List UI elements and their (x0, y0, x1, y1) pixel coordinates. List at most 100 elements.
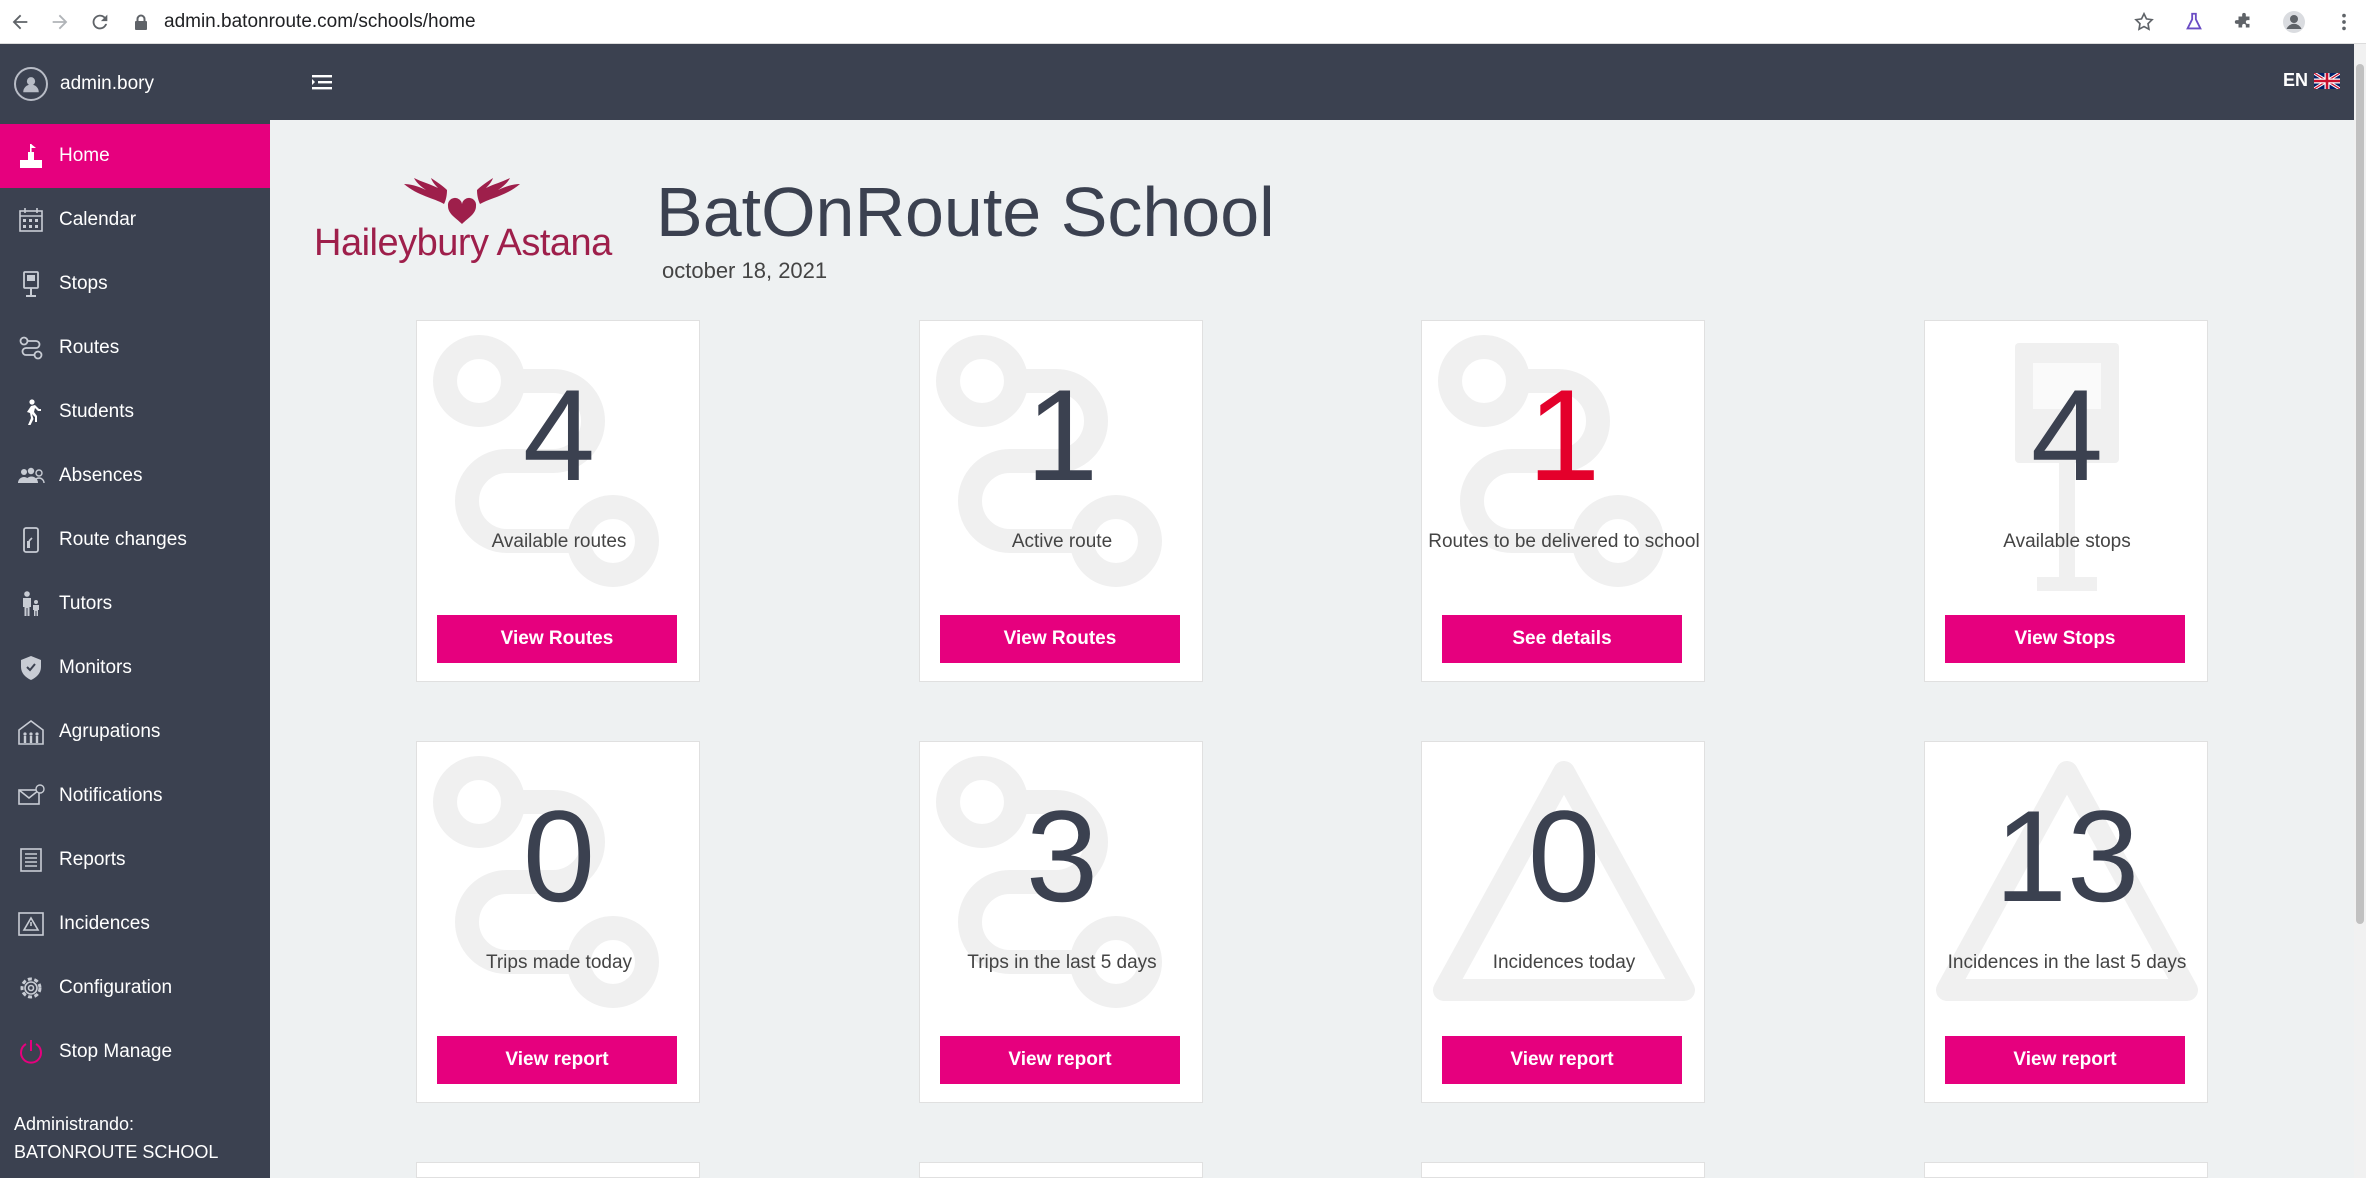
stat-label: Routes to be delivered to school (1428, 531, 1700, 552)
stat-label: Incidences today (1492, 952, 1636, 973)
see-details-button[interactable]: See details (1442, 615, 1682, 663)
labs-button[interactable] (2182, 10, 2206, 34)
view-stops-button[interactable]: View Stops (1945, 615, 2185, 663)
view-report-button[interactable]: View report (437, 1036, 677, 1084)
sidebar-item-configuration[interactable]: Configuration (0, 956, 270, 1020)
view-report-button[interactable]: View report (1945, 1036, 2185, 1084)
sidebar-item-reports[interactable]: Reports (0, 828, 270, 892)
sidebar-item-route-changes[interactable]: Route changes (0, 508, 270, 572)
reload-icon (92, 14, 108, 29)
stat-label: Available routes (491, 531, 627, 552)
sidebar-item-label: Tutors (59, 593, 113, 614)
stat-value: 3 (1025, 783, 1099, 929)
admin-info: Administrando: BATONROUTE SCHOOL (14, 1110, 218, 1166)
stat-card-available-routes: 4 Available routes View Routes (416, 320, 700, 682)
sidebar-item-label: Monitors (59, 657, 132, 678)
sidebar-item-home[interactable]: Home (0, 124, 270, 188)
stat-label: Active route (1011, 531, 1113, 552)
route-changes-icon (16, 525, 46, 555)
stat-value: 13 (1994, 783, 2140, 929)
stat-value: 0 (522, 783, 596, 929)
sidebar-item-label: Routes (59, 337, 120, 358)
lock-icon (135, 14, 147, 30)
warning-icon (16, 909, 46, 939)
language-code: EN (2282, 70, 2308, 90)
sidebar-item-label: Calendar (59, 209, 137, 230)
view-report-button[interactable]: View report (940, 1036, 1180, 1084)
page-title: BatOnRoute School (656, 173, 1275, 251)
sidebar-item-label: Notifications (59, 785, 163, 806)
sidebar-item-notifications[interactable]: Notifications (0, 764, 270, 828)
absences-icon (16, 461, 46, 491)
stat-value: 1 (1025, 362, 1099, 508)
shield-icon (16, 653, 46, 683)
bus-stop-icon (16, 269, 46, 299)
sidebar-item-label: Agrupations (59, 721, 161, 742)
view-routes-button[interactable]: View Routes (940, 615, 1180, 663)
sidebar-item-absences[interactable]: Absences (0, 444, 270, 508)
stat-value: 0 (1527, 783, 1601, 929)
sidebar-item-label: Stop Manage (59, 1041, 173, 1062)
envelope-icon (16, 781, 46, 811)
view-routes-button[interactable]: View Routes (437, 615, 677, 663)
calendar-icon (16, 205, 46, 235)
sidebar-item-stop-manage[interactable]: Stop Manage (0, 1020, 270, 1084)
star-icon (2134, 11, 2154, 31)
sidebar-item-routes[interactable]: Routes (0, 316, 270, 380)
view-report-button[interactable]: View report (1442, 1036, 1682, 1084)
browser-menu-button[interactable] (2332, 10, 2356, 34)
top-header: EN (270, 44, 2354, 120)
forward-button[interactable] (40, 4, 80, 40)
profile-icon (2283, 11, 2305, 33)
scrollbar-thumb[interactable] (2356, 64, 2364, 924)
sidebar-item-label: Reports (59, 849, 126, 870)
stat-card-trips-today: 0 Trips made today View report (416, 741, 700, 1103)
reload-button[interactable] (80, 4, 120, 40)
home-icon (16, 141, 46, 171)
sidebar-item-tutors[interactable]: Tutors (0, 572, 270, 636)
stat-card-incidences-5-days: 13 Incidences in the last 5 days View re… (1924, 741, 2208, 1103)
page-scrollbar[interactable] (2354, 44, 2366, 1178)
stat-card-routes-to-school: 1 Routes to be delivered to school See d… (1421, 320, 1705, 682)
browser-toolbar: admin.batonroute.com/schools/home (0, 0, 2366, 44)
tutors-icon (16, 589, 46, 619)
sidebar-item-label: Configuration (59, 977, 173, 998)
stat-card-trips-5-days: 3 Trips in the last 5 days View report (919, 741, 1203, 1103)
stat-card-partial (919, 1162, 1203, 1178)
stat-value: 1 (1527, 362, 1601, 508)
uk-flag-icon (2314, 72, 2340, 89)
stat-label: Available stops (2003, 531, 2131, 552)
stat-card-active-route: 1 Active route View Routes (919, 320, 1203, 682)
puzzle-icon (2234, 12, 2250, 28)
sidebar-item-label: Stops (59, 273, 108, 294)
sidebar-item-calendar[interactable]: Calendar (0, 188, 270, 252)
user-profile[interactable]: admin.bory (0, 44, 270, 124)
stat-label: Trips made today (485, 952, 633, 973)
username: admin.bory (60, 73, 154, 94)
address-bar[interactable]: admin.batonroute.com/schools/home (134, 6, 476, 38)
extensions-button[interactable] (2232, 10, 2256, 34)
sidebar-item-incidences[interactable]: Incidences (0, 892, 270, 956)
kebab-menu-icon (2342, 13, 2346, 31)
avatar-icon (14, 67, 48, 101)
admin-label: Administrando: (14, 1114, 135, 1134)
arrow-right-icon (52, 14, 68, 29)
walking-student-icon (16, 397, 46, 427)
sidebar-item-monitors[interactable]: Monitors (0, 636, 270, 700)
sidebar-item-label: Absences (59, 465, 143, 486)
language-selector[interactable]: EN (2283, 70, 2340, 91)
gear-icon (16, 973, 46, 1003)
sidebar-item-agrupations[interactable]: Agrupations (0, 700, 270, 764)
stat-card-partial (1421, 1162, 1705, 1178)
menu-toggle-icon[interactable] (310, 72, 334, 92)
logo-text: Haileybury Astana (314, 222, 612, 264)
profile-button[interactable] (2282, 10, 2306, 34)
route-icon (16, 333, 46, 363)
stat-value: 4 (522, 362, 596, 508)
bookmark-star-button[interactable] (2132, 10, 2156, 34)
sidebar-item-students[interactable]: Students (0, 380, 270, 444)
sidebar-item-stops[interactable]: Stops (0, 252, 270, 316)
url-text: admin.batonroute.com/schools/home (164, 10, 476, 32)
sidebar-item-label: Students (59, 401, 134, 422)
back-button[interactable] (0, 4, 40, 40)
